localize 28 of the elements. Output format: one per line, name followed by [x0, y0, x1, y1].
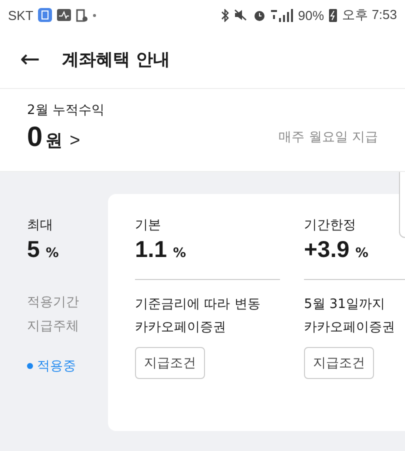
payer-text: 카카오페이증권 — [304, 319, 396, 337]
back-button[interactable]: ← — [16, 45, 44, 73]
max-label: 최대 — [27, 217, 54, 234]
benefit-rate: +3.9 — [304, 236, 350, 263]
payment-terms-button[interactable]: 지급조건 — [304, 347, 374, 379]
earnings-amount: 0 — [27, 121, 43, 153]
clock-text: 오후 7:53 — [342, 6, 397, 24]
percent-unit: % — [355, 246, 368, 261]
payment-schedule-text: 매주 월요일 지급 — [278, 129, 378, 146]
percent-unit: % — [46, 246, 59, 261]
benefit-rate: 1.1 — [135, 236, 167, 263]
chevron-button[interactable]: > — [66, 130, 84, 151]
earnings-label: 2월 누적수익 — [27, 102, 106, 119]
payer-text: 카카오페이증권 — [135, 319, 227, 337]
benefit-label: 기간한정 — [304, 217, 357, 234]
percent-unit: % — [172, 246, 186, 261]
battery-percent: 90% — [298, 8, 324, 22]
page-title: 계좌혜택 안내 — [62, 48, 170, 70]
active-status: 적용중 — [37, 358, 76, 375]
currency-unit: 원 — [46, 130, 63, 152]
row-label: 적용기간 — [27, 294, 80, 311]
benefit-label: 기본 — [135, 217, 162, 234]
row-label: 지급주체 — [27, 318, 80, 335]
max-rate: 5 — [27, 236, 40, 263]
carrier-text: SKT — [8, 8, 34, 22]
payment-terms-button[interactable]: 지급조건 — [135, 347, 205, 379]
period-text: 5월 31일까지 — [304, 296, 386, 314]
period-text: 기준금리에 따라 변동 — [135, 296, 262, 314]
